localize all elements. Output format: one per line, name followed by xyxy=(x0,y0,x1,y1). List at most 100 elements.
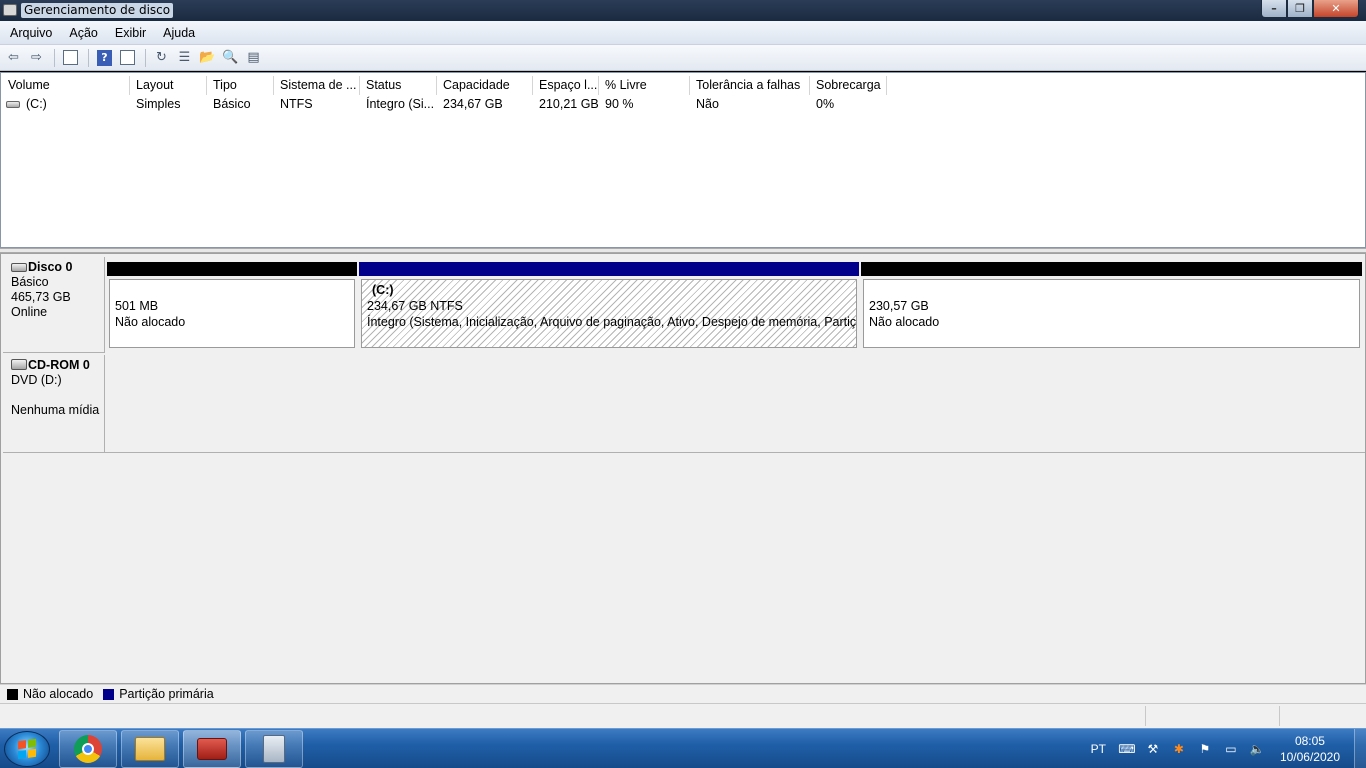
disk-0-name-text: Disco 0 xyxy=(28,260,73,274)
network-tool-icon[interactable]: ⚒ xyxy=(1145,741,1161,757)
cdrom-0-media: Nenhuma mídia xyxy=(11,403,100,417)
back-arrow-icon[interactable]: ⇦ xyxy=(3,48,24,68)
language-indicator[interactable]: PT xyxy=(1091,742,1106,756)
partition-label: (C:) xyxy=(372,283,394,297)
help-icon[interactable]: ? xyxy=(94,48,115,68)
menu-acao[interactable]: Ação xyxy=(62,23,105,43)
cell-volume: (C:) xyxy=(2,96,130,113)
disk-0-label[interactable]: Disco 0 Básico 465,73 GB Online xyxy=(3,257,105,353)
partition-bar-unallocated xyxy=(107,262,357,276)
report-icon[interactable]: ▤ xyxy=(243,48,264,68)
partition-body: (C:) 234,67 GB NTFS Íntegro (Sistema, In… xyxy=(361,279,857,348)
explorer-folder-icon xyxy=(135,737,165,761)
clock-time: 08:05 xyxy=(1294,734,1325,748)
forward-arrow-icon[interactable]: ⇨ xyxy=(26,48,47,68)
cell-tolerancia: Não xyxy=(696,97,719,111)
menu-exibir[interactable]: Exibir xyxy=(108,23,153,43)
cell-sobrecarga: 0% xyxy=(816,97,835,111)
disk-0-name: Disco 0 xyxy=(11,260,104,275)
open-folder-icon[interactable]: 📂 xyxy=(197,48,218,68)
disk-management-app-icon xyxy=(3,4,17,16)
drive-icon xyxy=(6,101,20,109)
close-button[interactable]: ✕ xyxy=(1313,0,1359,18)
legend-label: Partição primária xyxy=(119,687,214,701)
cell-status: Íntegro (Si... xyxy=(366,97,435,111)
column-header-percent-livre[interactable]: % Livre xyxy=(599,76,690,95)
partition-unallocated-1[interactable]: 501 MB Não alocado xyxy=(107,262,357,350)
volume-list-header: Volume Layout Tipo Sistema de ... Status… xyxy=(2,76,887,95)
taskbar-chrome[interactable] xyxy=(59,730,117,768)
toolbar-separator xyxy=(88,48,89,67)
partition-unallocated-2[interactable]: 230,57 GB Não alocado xyxy=(861,262,1362,350)
start-button[interactable] xyxy=(4,731,50,767)
search-icon[interactable]: 🔍 xyxy=(220,48,241,68)
table-row[interactable]: (C:) Simples Básico NTFS Íntegro (Si... … xyxy=(2,96,887,113)
show-hide-console-tree-icon[interactable] xyxy=(60,48,81,68)
column-header-layout[interactable]: Layout xyxy=(130,76,207,95)
volume-speaker-icon[interactable]: 🔈 xyxy=(1249,741,1265,757)
avast-icon[interactable]: ✱ xyxy=(1171,741,1187,757)
volume-list: Volume Layout Tipo Sistema de ... Status… xyxy=(0,72,1366,248)
legend-item-primary: Partição primária xyxy=(103,687,214,701)
network-monitor-icon[interactable]: ▭ xyxy=(1223,741,1239,757)
status-bar xyxy=(0,703,1366,728)
partition-size: 501 MB xyxy=(115,299,159,313)
menu-ajuda[interactable]: Ajuda xyxy=(156,23,202,43)
partition-c[interactable]: (C:) 234,67 GB NTFS Íntegro (Sistema, In… xyxy=(359,262,859,350)
partition-body: 230,57 GB Não alocado xyxy=(863,279,1360,348)
volume-name: (C:) xyxy=(26,97,47,111)
toolbar-separator xyxy=(54,48,55,67)
minimize-button[interactable]: – xyxy=(1261,0,1287,18)
toolbar-separator xyxy=(145,48,146,67)
partition-size: 234,67 GB NTFS xyxy=(367,299,463,313)
column-header-status[interactable]: Status xyxy=(360,76,437,95)
system-tray: PT ⌨ ⚒ ✱ ⚑ ▭ 🔈 08:05 10/06/2020 xyxy=(1091,729,1366,768)
column-header-sobrecarga[interactable]: Sobrecarga xyxy=(810,76,887,95)
partition-status: Íntegro (Sistema, Inicialização, Arquivo… xyxy=(367,315,857,329)
cell-layout: Simples xyxy=(136,97,181,111)
column-header-volume[interactable]: Volume xyxy=(2,76,130,95)
column-header-capacidade[interactable]: Capacidade xyxy=(437,76,533,95)
cell-capacidade: 234,67 GB xyxy=(443,97,503,111)
status-cell xyxy=(1279,706,1366,726)
window-title: Gerenciamento de disco xyxy=(21,3,174,18)
legend-label: Não alocado xyxy=(23,687,94,701)
action-center-flag-icon[interactable]: ⚑ xyxy=(1197,741,1213,757)
show-hide-action-pane-icon[interactable] xyxy=(117,48,138,68)
partition-status: Não alocado xyxy=(869,315,940,329)
cdrom-0-drive: DVD (D:) xyxy=(11,373,62,387)
disk-0-status: Online xyxy=(11,305,48,319)
hard-disk-icon xyxy=(11,263,27,272)
column-header-sistema[interactable]: Sistema de ... xyxy=(274,76,360,95)
disk-0-type: Básico xyxy=(11,275,49,289)
cdrom-0-name-text: CD-ROM 0 xyxy=(28,358,90,372)
disk-management-window: Gerenciamento de disco – ❐ ✕ Arquivo Açã… xyxy=(0,0,1366,768)
legend: Não alocado Partição primária xyxy=(0,684,1366,703)
cdrom-0-area[interactable] xyxy=(105,355,1365,453)
keyboard-icon[interactable]: ⌨ xyxy=(1118,741,1135,757)
taskbar-computer-management[interactable] xyxy=(183,730,241,768)
legend-item-unallocated: Não alocado xyxy=(7,687,93,701)
toolbar: ⇦ ⇨ ? ↻ ☰ 📂 🔍 ▤ xyxy=(0,45,1366,71)
cell-tipo: Básico xyxy=(213,97,251,111)
clock[interactable]: 08:05 10/06/2020 xyxy=(1280,733,1340,765)
menu-arquivo[interactable]: Arquivo xyxy=(3,23,59,43)
column-header-tolerancia[interactable]: Tolerância a falhas xyxy=(690,76,810,95)
refresh-icon[interactable]: ↻ xyxy=(151,48,172,68)
cdrom-0-name: CD-ROM 0 xyxy=(11,358,104,373)
disk-0-size: 465,73 GB xyxy=(11,290,71,304)
disk-graphic-view: Disco 0 Básico 465,73 GB Online 501 MB N… xyxy=(0,253,1366,684)
cdrom-0-label[interactable]: CD-ROM 0 DVD (D:) Nenhuma mídia xyxy=(3,355,105,453)
column-header-tipo[interactable]: Tipo xyxy=(207,76,274,95)
taskbar-explorer[interactable] xyxy=(121,730,179,768)
show-desktop-button[interactable] xyxy=(1354,729,1366,768)
legend-swatch-black xyxy=(7,688,18,700)
taskbar: PT ⌨ ⚒ ✱ ⚑ ▭ 🔈 08:05 10/06/2020 xyxy=(0,728,1366,768)
taskbar-calculator[interactable] xyxy=(245,730,303,768)
cell-percent-livre: 90 % xyxy=(605,97,634,111)
legend-swatch-blue xyxy=(103,688,115,700)
properties-icon[interactable]: ☰ xyxy=(174,48,195,68)
title-bar[interactable]: Gerenciamento de disco – ❐ ✕ xyxy=(0,0,1366,21)
column-header-espaco-livre[interactable]: Espaço l... xyxy=(533,76,599,95)
maximize-button[interactable]: ❐ xyxy=(1287,0,1313,18)
